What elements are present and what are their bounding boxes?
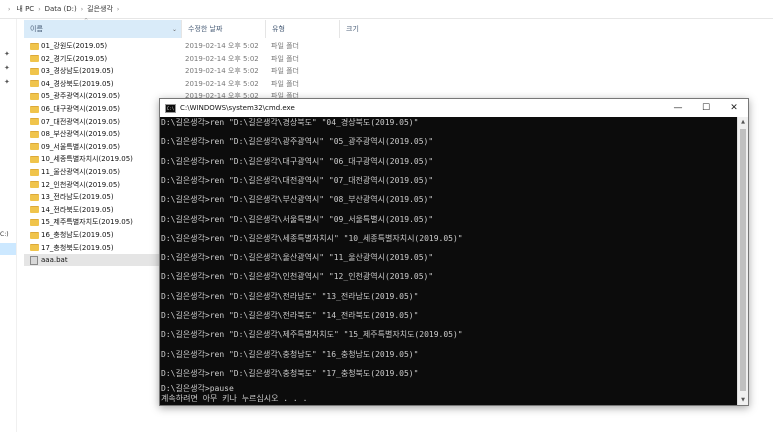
file-type: 파일 폴더 <box>271 79 299 88</box>
folder-icon <box>30 143 39 151</box>
file-name: 17_충청북도(2019.05) <box>41 243 114 252</box>
column-header-date[interactable]: 수정한 날짜 <box>182 20 266 38</box>
folder-icon <box>30 218 39 226</box>
console-line: D:\길은생각>ren "D:\길은생각\충청북도" "17_충청북도(2019… <box>161 368 419 378</box>
file-name: 10_세종특별자치시(2019.05) <box>41 155 133 164</box>
cmd-window[interactable]: C:\ C:\WINDOWS\system32\cmd.exe — ☐ ✕ D:… <box>159 98 749 406</box>
sort-arrow-icon: ^ <box>84 18 89 24</box>
folder-icon <box>30 105 39 113</box>
console-output[interactable]: D:\길은생각>ren "D:\길은생각\경상북도" "04_경상북도(2019… <box>160 117 737 405</box>
close-button[interactable]: ✕ <box>720 99 748 117</box>
folder-row[interactable]: 02_경기도(2019.05) 2019-02-14 오후 5:02 파일 폴더 <box>24 53 424 65</box>
vertical-scrollbar[interactable]: ▲ ▼ <box>737 117 748 405</box>
console-line: 계속하려면 아무 키나 누르십시오 . . . <box>161 394 308 403</box>
console-line: D:\길은생각>ren "D:\길은생각\광주광역시" "05_광주광역시(20… <box>161 137 434 147</box>
pin-icon: ✦ <box>4 64 10 72</box>
console-line: D:\길은생각>ren "D:\길은생각\인천광역시" "12_인천광역시(20… <box>161 272 434 282</box>
file-name: 13_전라남도(2019.05) <box>41 193 114 202</box>
file-name: 15_제주특별자치도(2019.05) <box>41 218 133 227</box>
nav-selected-item[interactable] <box>0 243 16 255</box>
console-line: D:\길은생각>ren "D:\길은생각\제주특별자치도" "15_제주특별자치… <box>161 330 463 340</box>
column-header-name[interactable]: 이름 ⌄ <box>24 20 182 38</box>
console-line: D:\길은생각>ren "D:\길은생각\전라남도" "13_전라남도(2019… <box>161 291 419 301</box>
scrollbar-thumb[interactable] <box>740 129 746 391</box>
folder-row[interactable]: 01_강원도(2019.05) 2019-02-14 오후 5:02 파일 폴더 <box>24 40 424 52</box>
file-name: 09_서울특별시(2019.05) <box>41 142 121 151</box>
address-bar[interactable]: › 내 PC › Data (D:) › 길은생각 › <box>0 0 773 19</box>
chevron-right-icon: › <box>38 5 41 13</box>
folder-icon <box>30 168 39 176</box>
file-name: 08_부산광역시(2019.05) <box>41 130 121 139</box>
file-name: aaa.bat <box>41 256 68 265</box>
breadcrumb-item-folder[interactable]: 길은생각 <box>87 4 113 14</box>
cmd-title-bar[interactable]: C:\ C:\WINDOWS\system32\cmd.exe — ☐ ✕ <box>160 99 748 117</box>
pin-icon: ✦ <box>4 78 10 86</box>
console-line: D:\길은생각>ren "D:\길은생각\대구광역시" "06_대구광역시(20… <box>161 156 434 166</box>
batch-file-icon <box>30 255 38 265</box>
file-name: 04_경상북도(2019.05) <box>41 79 114 88</box>
console-line: D:\길은생각>ren "D:\길은생각\세종특별자치시" "10_세종특별자치… <box>161 233 463 243</box>
nav-drive-label[interactable]: C:) <box>0 231 9 238</box>
file-name: 07_대전광역시(2019.05) <box>41 117 121 126</box>
file-date: 2019-02-14 오후 5:02 <box>185 79 259 88</box>
minimize-button[interactable]: — <box>664 99 692 117</box>
file-date: 2019-02-14 오후 5:02 <box>185 42 259 50</box>
file-row[interactable]: aaa.bat <box>24 254 159 267</box>
chevron-right-icon: › <box>80 5 84 13</box>
file-name: 14_전라북도(2019.05) <box>41 205 114 214</box>
chevron-right-icon: › <box>116 5 120 13</box>
file-name: 03_경상남도(2019.05) <box>41 67 114 76</box>
file-date: 2019-02-14 오후 5:02 <box>185 67 259 76</box>
console-line: D:\길은생각>ren "D:\길은생각\울산광역시" "11_울산광역시(20… <box>161 253 434 263</box>
folder-icon <box>30 130 39 138</box>
scroll-up-icon[interactable]: ▲ <box>738 117 748 127</box>
folder-icon <box>30 92 39 100</box>
folder-icon <box>30 80 39 88</box>
folder-icon <box>30 118 39 126</box>
breadcrumb-item-this-pc[interactable]: 내 PC <box>16 4 34 14</box>
folder-icon <box>30 244 39 252</box>
column-header-type[interactable]: 유형 <box>266 20 340 38</box>
console-line: D:\길은생각>ren "D:\길은생각\경상북도" "04_경상북도(2019… <box>161 118 419 127</box>
file-name: 01_강원도(2019.05) <box>41 42 108 50</box>
file-name: 16_충청남도(2019.05) <box>41 231 114 239</box>
console-line: D:\길은생각>ren "D:\길은생각\대전광역시" "07_대전광역시(20… <box>161 175 434 185</box>
breadcrumb-item-drive[interactable]: Data (D:) <box>45 5 77 13</box>
folder-icon <box>30 231 39 239</box>
file-name: 12_인천광역시(2019.05) <box>41 180 121 189</box>
folder-icon <box>30 42 39 50</box>
console-line: D:\길은생각>ren "D:\길은생각\전라북도" "14_전라북도(2019… <box>161 311 419 320</box>
folder-icon <box>30 67 39 75</box>
chevron-down-icon[interactable]: ⌄ <box>172 26 177 33</box>
chevron-right-icon: › <box>8 5 11 13</box>
folder-icon <box>30 55 39 63</box>
column-header-size[interactable]: 크기 <box>340 20 410 38</box>
console-line: D:\길은생각>ren "D:\길은생각\부산광역시" "08_부산광역시(20… <box>161 195 434 205</box>
maximize-button[interactable]: ☐ <box>692 99 720 117</box>
scroll-down-icon[interactable]: ▼ <box>738 395 748 405</box>
file-type: 파일 폴더 <box>271 42 299 50</box>
navigation-pane[interactable]: ✦ ✦ ✦ C:) <box>0 19 17 432</box>
file-type: 파일 폴더 <box>271 54 299 63</box>
console-icon: C:\ <box>165 103 176 113</box>
folder-row[interactable]: 03_경상남도(2019.05) 2019-02-14 오후 5:02 파일 폴더 <box>24 65 424 77</box>
console-line: D:\길은생각>ren "D:\길은생각\충청남도" "16_충청남도(2019… <box>161 349 419 359</box>
folder-icon <box>30 206 39 214</box>
cmd-title: C:\WINDOWS\system32\cmd.exe <box>180 104 295 112</box>
file-name: 11_울산광역시(2019.05) <box>41 168 121 176</box>
folder-icon <box>30 181 39 189</box>
folder-icon <box>30 155 39 163</box>
file-name: 06_대구광역시(2019.05) <box>41 105 121 113</box>
folder-icon <box>30 193 39 201</box>
file-date: 2019-02-14 오후 5:02 <box>185 54 259 63</box>
console-line: D:\길은생각>ren "D:\길은생각\서울특별시" "09_서울특별시(20… <box>161 214 434 224</box>
file-name: 05_광주광역시(2019.05) <box>41 92 121 101</box>
file-name: 02_경기도(2019.05) <box>41 54 108 63</box>
folder-row[interactable]: 04_경상북도(2019.05) 2019-02-14 오후 5:02 파일 폴더 <box>24 78 424 90</box>
file-type: 파일 폴더 <box>271 67 299 76</box>
pin-icon: ✦ <box>4 50 10 58</box>
